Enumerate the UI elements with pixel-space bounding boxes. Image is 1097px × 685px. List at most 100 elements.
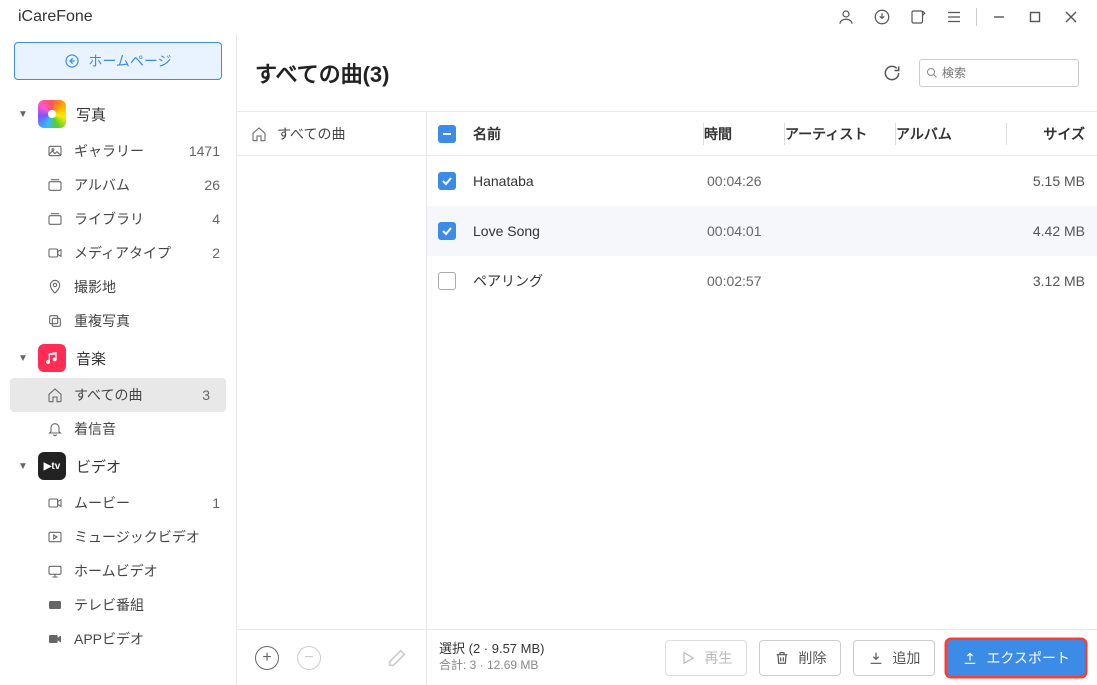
duplicate-icon bbox=[46, 312, 64, 330]
sidebar-item-gallery[interactable]: ギャラリー 1471 bbox=[0, 134, 236, 168]
back-arrow-icon bbox=[64, 53, 80, 69]
download-icon bbox=[868, 650, 884, 666]
subtab-allsongs[interactable]: すべての曲 bbox=[237, 112, 426, 156]
row-checkbox[interactable] bbox=[438, 222, 456, 240]
table-row[interactable]: Hanataba 00:04:26 5.15 MB bbox=[427, 156, 1097, 206]
photos-icon bbox=[38, 100, 66, 128]
add-label: 追加 bbox=[892, 648, 920, 668]
play-icon bbox=[680, 650, 696, 666]
close-button[interactable] bbox=[1053, 0, 1089, 34]
sidebar-item-homevideo[interactable]: ホームビデオ bbox=[0, 554, 236, 588]
cell-time: 00:04:26 bbox=[707, 173, 787, 189]
chevron-down-icon: ▼ bbox=[18, 461, 28, 472]
sidebar-category-video[interactable]: ▼ ▶tv ビデオ bbox=[0, 446, 236, 486]
toolbar: すべての曲(3) bbox=[237, 34, 1097, 112]
sidebar-item-places[interactable]: 撮影地 bbox=[0, 270, 236, 304]
maximize-button[interactable] bbox=[1017, 0, 1053, 34]
item-label: APPビデオ bbox=[74, 629, 222, 649]
th-time[interactable]: 時間 bbox=[704, 124, 784, 144]
select-all-checkbox[interactable] bbox=[438, 125, 456, 143]
location-icon bbox=[46, 278, 64, 296]
delete-button[interactable]: 削除 bbox=[759, 640, 841, 676]
menu-icon[interactable] bbox=[936, 0, 972, 34]
item-label: テレビ番組 bbox=[74, 595, 222, 615]
image-icon bbox=[46, 142, 64, 160]
item-label: ムービー bbox=[74, 493, 202, 513]
cell-size: 3.12 MB bbox=[1007, 273, 1097, 289]
album-icon bbox=[46, 176, 64, 194]
remove-playlist-button[interactable]: − bbox=[297, 646, 321, 670]
sidebar-item-mediatype[interactable]: メディアタイプ 2 bbox=[0, 236, 236, 270]
account-icon[interactable] bbox=[828, 0, 864, 34]
sidebar-item-ringtones[interactable]: 着信音 bbox=[0, 412, 236, 446]
table-row[interactable]: Love Song 00:04:01 4.42 MB bbox=[427, 206, 1097, 256]
song-table: 名前 時間 アーティスト アルバム サイズ Hanataba bbox=[427, 112, 1097, 685]
add-playlist-button[interactable]: + bbox=[255, 646, 279, 670]
category-label: 音楽 bbox=[76, 348, 106, 369]
divider bbox=[976, 8, 977, 26]
sidebar-item-allsongs[interactable]: すべての曲 3 bbox=[10, 378, 226, 412]
main-panel: すべての曲(3) すべての曲 + − bbox=[237, 34, 1097, 685]
th-name[interactable]: 名前 bbox=[467, 124, 703, 144]
sidebar-category-music[interactable]: ▼ 音楽 bbox=[0, 338, 236, 378]
sidebar-item-duplicates[interactable]: 重複写真 bbox=[0, 304, 236, 338]
th-artist[interactable]: アーティスト bbox=[785, 124, 895, 144]
minimize-button[interactable] bbox=[981, 0, 1017, 34]
search-box[interactable] bbox=[919, 59, 1079, 87]
th-size[interactable]: サイズ bbox=[1007, 124, 1097, 144]
th-album[interactable]: アルバム bbox=[896, 124, 1006, 144]
item-count: 26 bbox=[204, 177, 222, 193]
sidebar-item-album[interactable]: アルバム 26 bbox=[0, 168, 236, 202]
cell-name: ペアリング bbox=[467, 271, 707, 291]
tv-icon bbox=[46, 596, 64, 614]
row-checkbox[interactable] bbox=[438, 172, 456, 190]
export-button[interactable]: エクスポート bbox=[947, 640, 1085, 676]
item-label: ホームビデオ bbox=[74, 561, 222, 581]
tv-icon: ▶tv bbox=[38, 452, 66, 480]
home-icon bbox=[251, 126, 267, 142]
item-count: 2 bbox=[212, 245, 222, 261]
play-button[interactable]: 再生 bbox=[665, 640, 747, 676]
search-input[interactable] bbox=[942, 66, 1097, 80]
item-label: 撮影地 bbox=[74, 277, 222, 297]
home-button[interactable]: ホームページ bbox=[14, 42, 222, 80]
item-label: すべての曲 bbox=[74, 385, 192, 405]
item-label: ミュージックビデオ bbox=[74, 527, 222, 547]
sidebar-item-movies[interactable]: ムービー 1 bbox=[0, 486, 236, 520]
video-icon bbox=[46, 244, 64, 262]
item-label: アルバム bbox=[74, 175, 194, 195]
bottom-toolbar: 選択 (2 · 9.57 MB) 合計: 3 · 12.69 MB 再生 削除 bbox=[427, 629, 1097, 685]
sidebar-item-appvideo[interactable]: APPビデオ bbox=[0, 622, 236, 656]
music-icon bbox=[38, 344, 66, 372]
item-count: 4 bbox=[212, 211, 222, 227]
chevron-down-icon: ▼ bbox=[18, 109, 28, 120]
item-count: 1471 bbox=[189, 143, 222, 159]
cell-name: Love Song bbox=[467, 223, 707, 239]
sidebar-category-photos[interactable]: ▼ 写真 bbox=[0, 94, 236, 134]
download-icon[interactable] bbox=[864, 0, 900, 34]
cell-time: 00:04:01 bbox=[707, 223, 787, 239]
feedback-icon[interactable] bbox=[900, 0, 936, 34]
edit-button[interactable] bbox=[386, 647, 408, 669]
library-icon bbox=[46, 210, 64, 228]
table-row[interactable]: ペアリング 00:02:57 3.12 MB bbox=[427, 256, 1097, 306]
video-icon bbox=[46, 494, 64, 512]
sidebar-item-musicvideo[interactable]: ミュージックビデオ bbox=[0, 520, 236, 554]
musicvideo-icon bbox=[46, 528, 64, 546]
total-text: 合計: 3 · 12.69 MB bbox=[439, 658, 544, 674]
selection-text: 選択 (2 · 9.57 MB) bbox=[439, 641, 544, 658]
sidebar-item-library[interactable]: ライブラリ 4 bbox=[0, 202, 236, 236]
item-count: 3 bbox=[202, 387, 212, 403]
export-icon bbox=[962, 650, 978, 666]
cell-size: 5.15 MB bbox=[1007, 173, 1097, 189]
camera-icon bbox=[46, 630, 64, 648]
refresh-button[interactable] bbox=[877, 58, 907, 88]
cell-name: Hanataba bbox=[467, 173, 707, 189]
sidebar-item-tvshows[interactable]: テレビ番組 bbox=[0, 588, 236, 622]
table-header: 名前 時間 アーティスト アルバム サイズ bbox=[427, 112, 1097, 156]
category-label: ビデオ bbox=[76, 456, 121, 477]
cell-size: 4.42 MB bbox=[1007, 223, 1097, 239]
add-button[interactable]: 追加 bbox=[853, 640, 935, 676]
row-checkbox[interactable] bbox=[438, 272, 456, 290]
bell-icon bbox=[46, 420, 64, 438]
